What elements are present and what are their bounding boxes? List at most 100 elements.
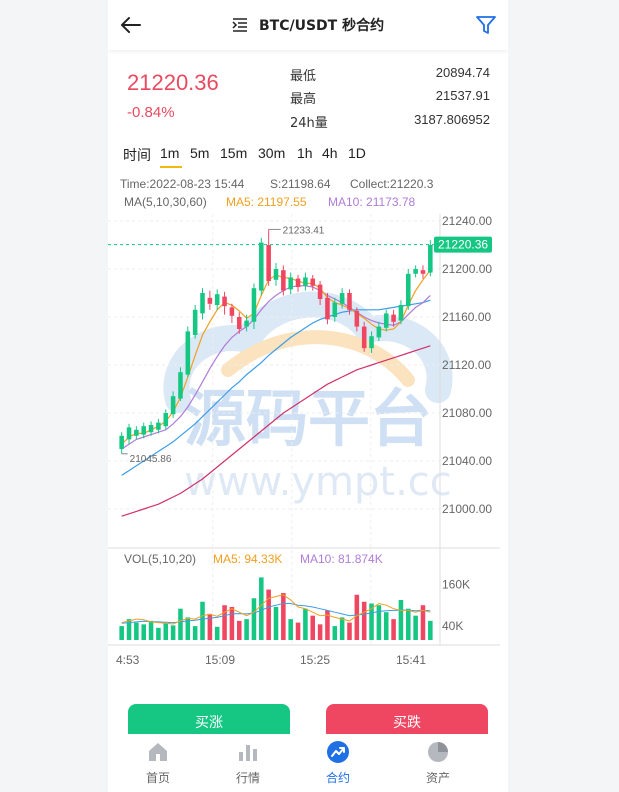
candle [398, 305, 404, 321]
volume-bar [273, 606, 279, 640]
candle [347, 293, 352, 310]
y-tick-label: 21040.00 [442, 454, 492, 468]
high-marker-label: 21233.41 [283, 225, 325, 236]
y-tick-label: 21240.00 [442, 214, 492, 228]
tab-30m[interactable]: 30m [258, 145, 285, 161]
volume-bar [178, 608, 183, 640]
volume-bar [317, 624, 323, 640]
current-price-label: 21220.36 [438, 238, 488, 252]
tab-4h[interactable]: 4h [322, 145, 338, 161]
nav-assets-label: 资产 [425, 771, 450, 785]
tab-5m[interactable]: 5m [190, 145, 209, 161]
candle [163, 413, 169, 427]
nav-market[interactable]: 行情 [218, 740, 278, 786]
stat-volume-value: 3187.806952 [414, 112, 490, 127]
candle [325, 297, 330, 320]
volume-bar [200, 601, 205, 640]
stat-low: 最低 20894.74 [290, 65, 490, 85]
candle [229, 307, 235, 316]
y-tick-label: 21000.00 [442, 502, 492, 516]
stat-volume-label: 24h量 [290, 116, 328, 131]
candle [178, 372, 183, 399]
tab-1d[interactable]: 1D [348, 145, 366, 161]
filter-icon[interactable] [474, 13, 498, 37]
candle [192, 309, 198, 335]
low-marker-label: 21045.86 [130, 454, 172, 465]
candle [376, 326, 382, 338]
volume-bar [376, 605, 382, 640]
candle [251, 288, 257, 322]
ma-title: MA(5,10,30,60) [124, 195, 207, 209]
contract-icon [327, 741, 349, 763]
volume-bar [361, 601, 367, 640]
volume-bar [170, 625, 176, 640]
volume-bar [236, 620, 242, 640]
candle [369, 336, 374, 349]
stat-low-value: 20894.74 [435, 65, 490, 80]
candle [222, 296, 227, 307]
info-s: S:21198.64 [270, 177, 331, 191]
tab-1m[interactable]: 1m [160, 145, 179, 161]
stat-low-label: 最低 [290, 69, 317, 84]
candle [288, 277, 293, 290]
volume-bar [332, 626, 338, 640]
volume-bar [288, 619, 293, 640]
volume-bar [141, 624, 146, 640]
app-header: BTC/USDT 秒合约 [108, 0, 508, 50]
bottom-nav: 首页 行情 合约 资产 [108, 734, 508, 792]
tab-1h[interactable]: 1h [297, 145, 313, 161]
volume-bar [310, 615, 316, 640]
candle [413, 269, 418, 274]
candle [134, 429, 139, 436]
candle [420, 270, 426, 274]
nav-contract[interactable]: 合约 [308, 740, 368, 786]
phone-screen: BTC/USDT 秒合约 21220.36 -0.84% 最低 20894.74… [108, 0, 508, 792]
interval-tabs: 时间 1m 5m 15m 30m 1h 4h 1D [108, 140, 508, 170]
candle [406, 273, 411, 307]
candle [185, 331, 191, 375]
candle [310, 278, 316, 286]
candle [141, 426, 146, 435]
y-tick-label: 21080.00 [442, 406, 492, 420]
y-tick-label: 21200.00 [442, 262, 492, 276]
volume-bar [347, 622, 352, 640]
market-icon [239, 745, 257, 761]
y-tick-label: 21160.00 [442, 310, 491, 324]
info-time: Time:2022-08-23 15:44 [120, 177, 245, 191]
candle [266, 245, 271, 281]
volume-bar [428, 620, 433, 640]
volume-bar [413, 615, 418, 640]
volume-bar [383, 612, 389, 640]
volume-panel: VOL(5,10,20) MA5: 94.33K MA10: 81.874K 160K… [119, 552, 470, 640]
volume-bar [295, 622, 301, 640]
stat-high: 最高 21537.91 [290, 88, 490, 108]
page-title: BTC/USDT 秒合约 [258, 17, 385, 34]
candle [391, 314, 396, 322]
ma-lines [121, 269, 431, 517]
volume-bar [406, 608, 411, 640]
price-change: -0.84% [127, 104, 175, 121]
candle [244, 320, 249, 327]
volume-bar [339, 617, 345, 640]
price-axis: 21240.00 21200.00 21160.00 21120.00 21080.00… [442, 214, 492, 516]
tab-time[interactable]: 时间 [123, 145, 151, 165]
volume-bar [119, 626, 124, 640]
candle [354, 311, 360, 327]
candle [295, 278, 301, 287]
stat-high-value: 21537.91 [435, 88, 490, 103]
price-summary: 21220.36 -0.84% 最低 20894.74 最高 21537.91 … [108, 56, 508, 134]
nav-home[interactable]: 首页 [128, 740, 188, 786]
vol-y-tick: 40K [442, 619, 463, 633]
volume-bar [391, 619, 396, 640]
volume-bar [134, 622, 139, 640]
vol-ma10-label: MA10: 81.874K [300, 552, 383, 566]
menu-list-icon [232, 17, 247, 32]
nav-market-label: 行情 [235, 771, 260, 785]
candle [428, 245, 433, 273]
x-tick-label: 15:09 [205, 653, 235, 667]
kline-chart[interactable]: Time:2022-08-23 15:44 S:21198.64 Collect… [108, 170, 508, 670]
active-tab-indicator [160, 166, 182, 168]
candle [119, 435, 124, 449]
nav-assets[interactable]: 资产 [408, 740, 468, 786]
tab-15m[interactable]: 15m [220, 145, 247, 161]
